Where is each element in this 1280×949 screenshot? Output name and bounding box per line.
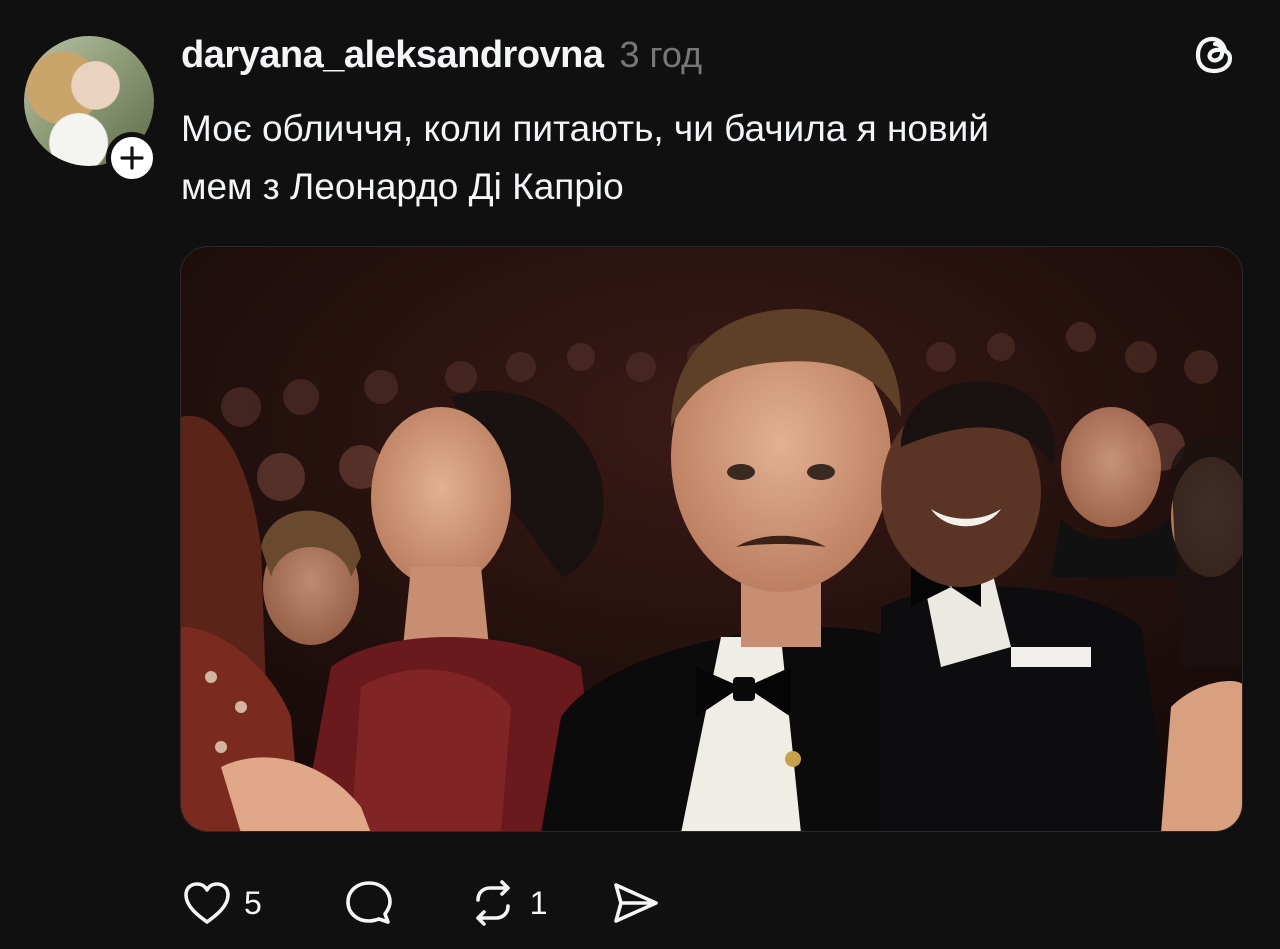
photo-illustration [181,247,1242,831]
like-button[interactable]: 5 [180,876,262,930]
post-header: daryana_aleksandrovna 3 год [181,34,702,77]
repost-icon [475,880,510,926]
like-count: 5 [244,884,262,921]
action-bar: 5 1 [180,875,712,931]
comment-button[interactable] [342,876,396,930]
post-caption: Моє обличчя, коли питають, чи бачила я н… [181,108,989,207]
comment-bubble-icon [345,881,392,924]
follow-button[interactable] [106,132,158,184]
threads-logo-icon[interactable] [1190,30,1240,80]
post-image[interactable] [180,246,1243,832]
avatar-container[interactable] [24,36,158,184]
share-button[interactable] [608,876,662,930]
post-time[interactable]: 3 год [620,34,703,76]
username[interactable]: daryana_aleksandrovna [181,34,604,77]
send-icon [613,883,658,923]
heart-icon [184,882,230,924]
threads-post: daryana_aleksandrovna 3 год Моє обличчя,… [0,0,1280,949]
repost-button[interactable]: 1 [466,876,548,930]
plus-icon [120,146,144,170]
repost-count: 1 [529,884,548,921]
